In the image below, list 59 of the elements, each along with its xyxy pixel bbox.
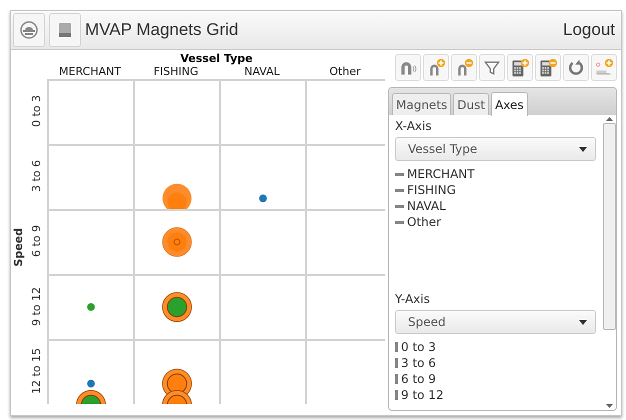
toolbar-button[interactable] bbox=[423, 54, 449, 81]
toolbar-button[interactable] bbox=[563, 54, 589, 81]
dash-icon bbox=[395, 188, 404, 192]
row-label: 9 to 12 bbox=[30, 286, 42, 326]
axis-heading: X-Axis bbox=[395, 119, 433, 133]
toolbar-button[interactable] bbox=[507, 54, 533, 81]
bar-icon bbox=[395, 374, 398, 384]
axis-title: Speed bbox=[12, 228, 24, 266]
axis-heading: Y-Axis bbox=[395, 292, 431, 306]
axis-category: Other bbox=[407, 214, 442, 230]
column-label: NAVAL bbox=[243, 65, 281, 79]
emblem-icon bbox=[19, 20, 39, 40]
calculator-icon bbox=[510, 58, 530, 78]
scroll-down-arrow[interactable] bbox=[606, 404, 612, 408]
caret-icon bbox=[579, 146, 587, 152]
axis-dropdown[interactable]: Speed bbox=[395, 310, 596, 334]
row-label: 6 to 9 bbox=[30, 225, 42, 258]
save-button[interactable] bbox=[49, 13, 81, 47]
bubble-marker bbox=[76, 390, 106, 404]
row-label: 0 to 3 bbox=[30, 95, 42, 128]
axis-title: Vessel Type bbox=[179, 52, 254, 65]
axis-dropdown[interactable]: Vessel Type bbox=[395, 137, 596, 161]
axis-category: FISHING bbox=[407, 182, 456, 198]
dash-icon bbox=[395, 220, 404, 224]
bar-icon bbox=[395, 390, 398, 400]
column-label: Other bbox=[328, 65, 362, 79]
axis-category: 6 to 9 bbox=[401, 371, 436, 387]
bubble-marker bbox=[162, 292, 192, 322]
row-label: 12 to 15 bbox=[30, 348, 42, 395]
calculator-icon bbox=[538, 58, 558, 78]
tab[interactable]: Dust bbox=[453, 93, 490, 115]
dash-icon bbox=[395, 172, 404, 176]
axis-category: 9 to 12 bbox=[401, 387, 444, 403]
window-title: MVAP Magnets Grid bbox=[85, 20, 240, 40]
axis-category: NAVAL bbox=[407, 198, 446, 214]
bar-icon bbox=[395, 342, 398, 352]
logout-link[interactable]: Logout bbox=[563, 20, 615, 40]
axis-category: 3 to 6 bbox=[401, 355, 436, 371]
scrollbar-thumb[interactable] bbox=[602, 123, 616, 330]
bubble-marker bbox=[162, 227, 192, 257]
home-button[interactable] bbox=[13, 13, 45, 47]
dash-icon bbox=[395, 204, 404, 208]
reset-icon bbox=[566, 58, 586, 78]
bar-icon bbox=[395, 358, 398, 368]
tab[interactable]: Axes bbox=[491, 92, 528, 116]
toolbar-button[interactable] bbox=[535, 54, 561, 81]
column-label: FISHING bbox=[152, 65, 200, 79]
axis-category: 0 to 3 bbox=[401, 339, 436, 355]
row-label: 3 to 6 bbox=[30, 160, 42, 193]
toolbar-button[interactable] bbox=[395, 54, 421, 81]
toolbar-button[interactable] bbox=[451, 54, 477, 81]
axis-category: MERCHANT bbox=[407, 166, 475, 182]
toolbar-button[interactable] bbox=[479, 54, 505, 81]
caret-icon bbox=[579, 320, 587, 324]
column-label: MERCHANT bbox=[58, 65, 122, 79]
scroll-up-arrow[interactable] bbox=[606, 117, 612, 121]
add-layer-icon bbox=[594, 58, 614, 78]
bubble-marker bbox=[162, 184, 192, 209]
tab[interactable]: Magnets bbox=[392, 93, 452, 115]
